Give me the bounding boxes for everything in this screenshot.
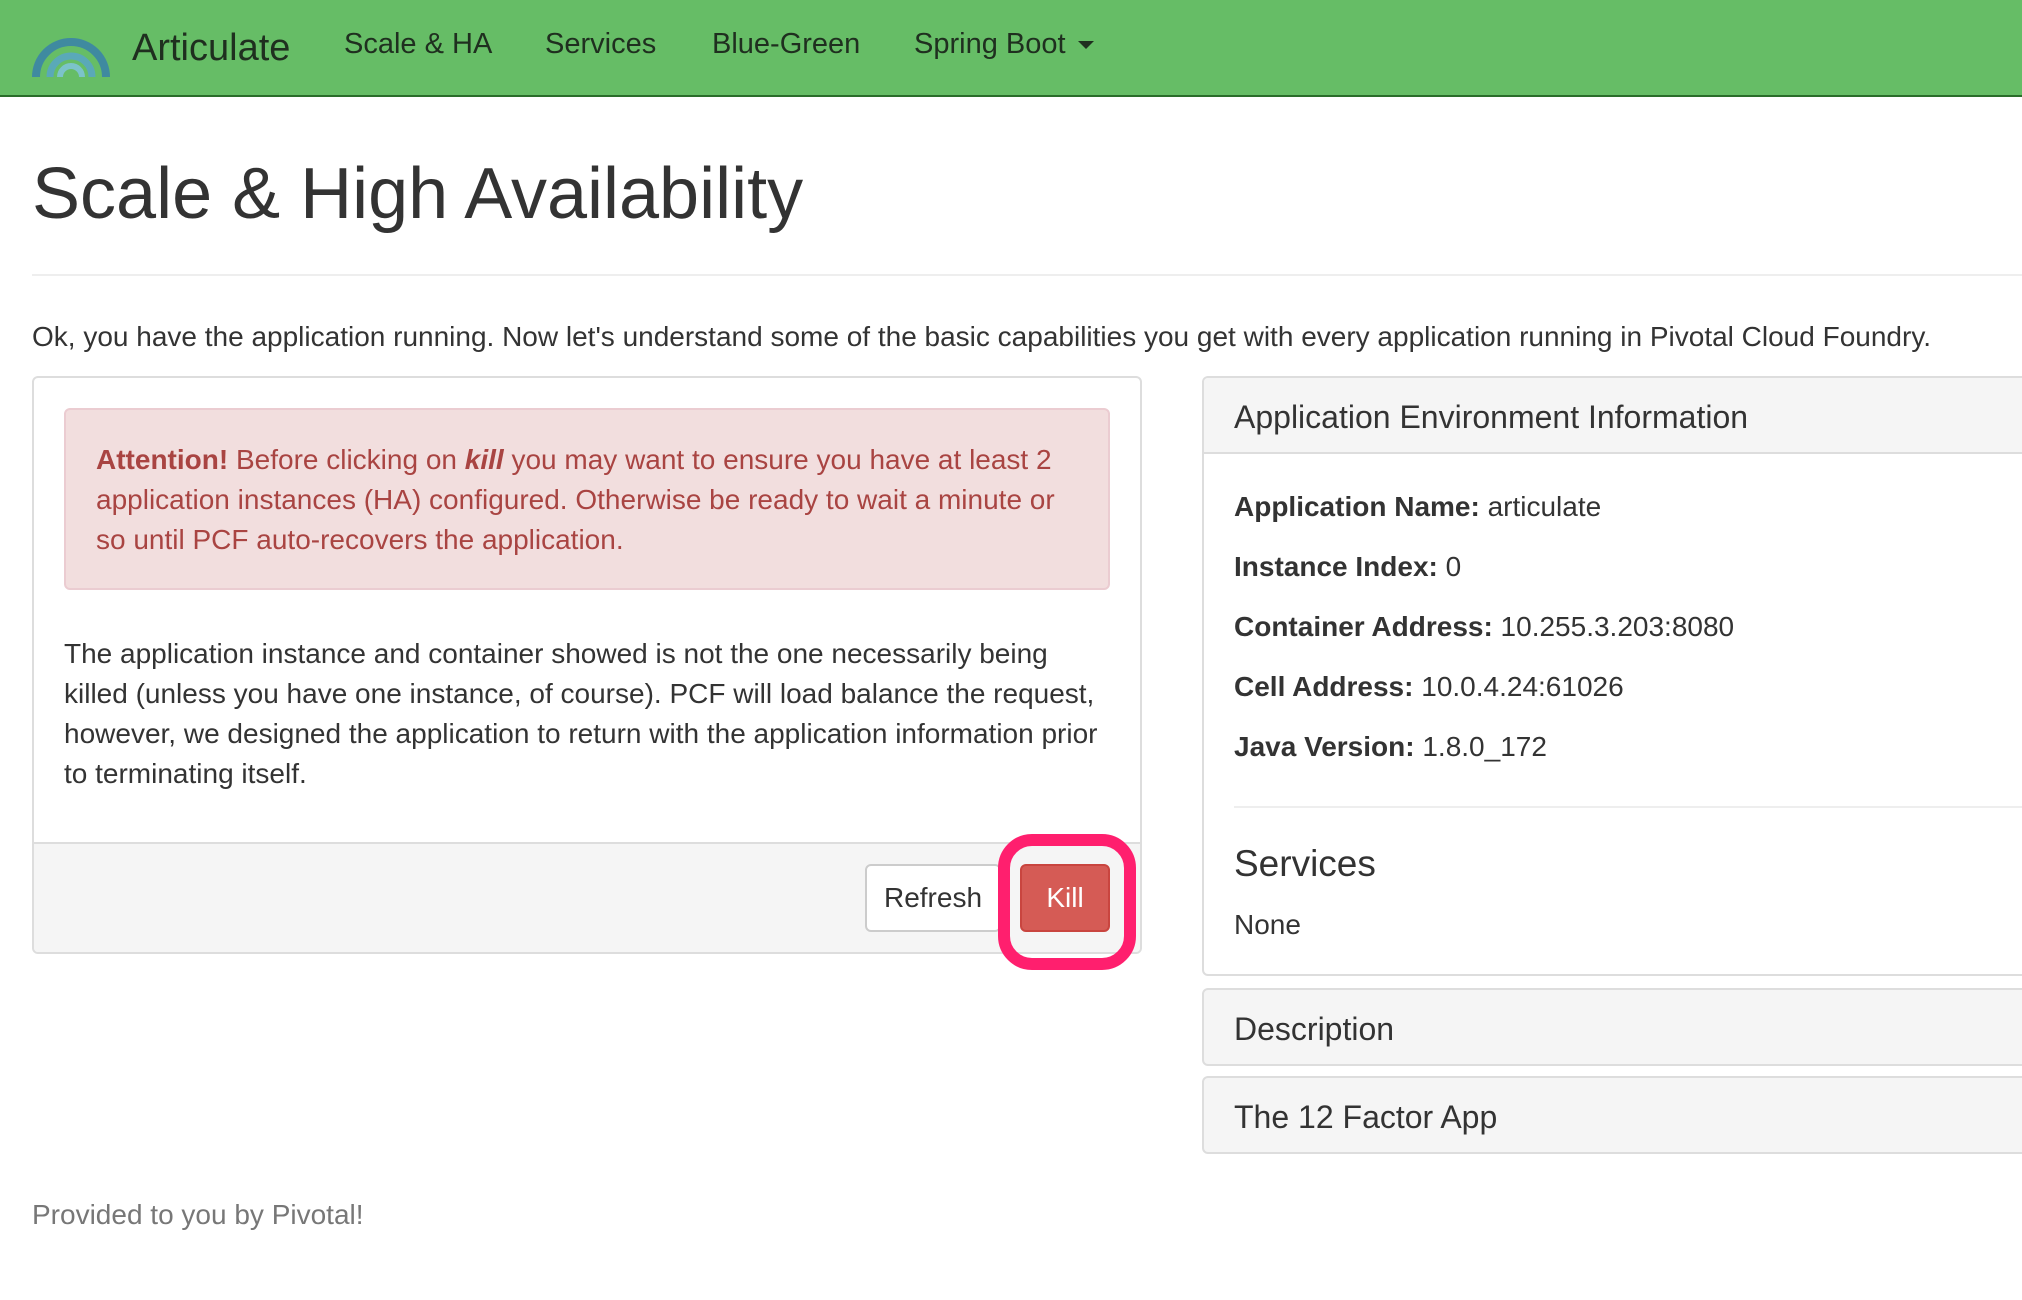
collapse-panel-title: The 12 Factor App xyxy=(1234,1099,1498,1135)
info-row-instance-index: Instance Index: 0 xyxy=(1234,550,1461,584)
intro-text: Ok, you have the application running. No… xyxy=(32,321,1932,352)
nav-link-services[interactable]: Services xyxy=(545,30,656,59)
info-value: 1.8.0_172 xyxy=(1414,731,1547,762)
brand-name: Articulate xyxy=(132,27,291,69)
attention-alert: Attention! Before clicking on kill you m… xyxy=(64,408,1110,590)
info-row-app-name: Application Name: articulate xyxy=(1234,490,1601,524)
info-divider xyxy=(1234,806,2022,808)
alert-strong: Attention! xyxy=(96,444,229,475)
info-value: 10.255.3.203:8080 xyxy=(1492,611,1735,642)
info-label: Instance Index: xyxy=(1234,551,1438,582)
info-label: Container Address: xyxy=(1234,611,1493,642)
footer-text: Provided to you by Pivotal! xyxy=(32,1199,364,1230)
nav-link-blue-green[interactable]: Blue-Green xyxy=(712,30,860,59)
cloud-rings-logo-icon xyxy=(32,38,110,78)
title-divider xyxy=(32,274,2022,276)
info-value: 10.0.4.24:61026 xyxy=(1413,671,1624,702)
environment-info-heading: Application Environment Information xyxy=(1204,378,2022,454)
panel-heading-title: Application Environment Information xyxy=(1234,399,1749,435)
info-row-container-address: Container Address: 10.255.3.203:8080 xyxy=(1234,610,1734,644)
refresh-button[interactable]: Refresh xyxy=(865,864,1001,932)
alert-emphasis: kill xyxy=(464,444,504,475)
info-label: Cell Address: xyxy=(1234,671,1414,702)
environment-info-panel: Application Environment Information Appl… xyxy=(1202,376,2022,976)
collapse-panel-title: Description xyxy=(1234,1011,1395,1047)
caret-down-icon xyxy=(1077,41,1094,50)
panel-footer: Refresh xyxy=(34,842,1140,952)
info-label: Application Name: xyxy=(1234,491,1480,522)
twelve-factor-panel-toggle[interactable]: The 12 Factor App xyxy=(1202,1076,2022,1154)
services-value: None xyxy=(1234,909,1301,940)
page-title: Scale & High Availability xyxy=(32,154,804,234)
brand[interactable]: Articulate xyxy=(30,8,290,88)
panel-body-text: The application instance and container s… xyxy=(64,638,1098,789)
kill-panel: Attention! Before clicking on kill you m… xyxy=(32,376,1142,954)
alert-text-before: Before clicking on xyxy=(228,444,465,475)
nav-dropdown-label: Spring Boot xyxy=(914,28,1066,60)
description-panel-toggle[interactable]: Description xyxy=(1202,988,2022,1066)
info-row-cell-address: Cell Address: 10.0.4.24:61026 xyxy=(1234,670,1624,704)
kill-button[interactable]: Kill xyxy=(1020,864,1110,932)
services-heading: Services xyxy=(1234,843,1376,884)
nav-link-scale-ha[interactable]: Scale & HA xyxy=(344,30,492,59)
info-row-java-version: Java Version: 1.8.0_172 xyxy=(1234,730,1547,764)
nav-dropdown-spring-boot[interactable]: Spring Boot xyxy=(914,30,1094,59)
info-value: articulate xyxy=(1479,491,1602,522)
info-label: Java Version: xyxy=(1234,731,1415,762)
top-navbar: Articulate Scale & HA Services Blue-Gree… xyxy=(0,0,2022,97)
info-value: 0 xyxy=(1437,551,1462,582)
